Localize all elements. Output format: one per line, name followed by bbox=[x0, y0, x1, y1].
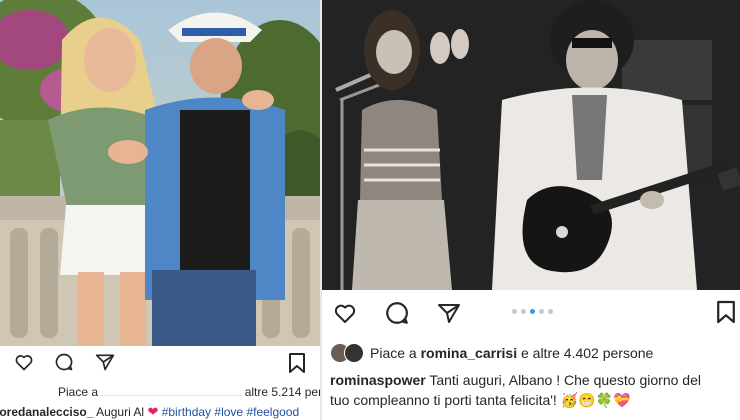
caption-text-1: Tanti auguri, Albano ! Che questo giorno… bbox=[429, 372, 701, 388]
caption-text-2: tuo compleanno ti porti tanta felicita'! bbox=[330, 392, 557, 408]
carousel-dot bbox=[512, 309, 517, 314]
bookmark-icon[interactable] bbox=[288, 353, 306, 378]
heart-icon[interactable] bbox=[14, 352, 34, 372]
liker-avatars bbox=[330, 343, 364, 363]
bookmark-icon[interactable] bbox=[716, 300, 736, 329]
likes-user[interactable]: romina_carrisi bbox=[421, 345, 518, 361]
comment-icon[interactable] bbox=[54, 352, 74, 372]
share-icon[interactable] bbox=[436, 301, 462, 325]
post-photo-concert[interactable] bbox=[322, 0, 740, 290]
carousel-dot bbox=[530, 309, 535, 314]
photo-concert-illustration bbox=[322, 0, 740, 290]
likes-prefix: Piace a bbox=[58, 385, 99, 399]
caption-line-1: rominaspower Tanti auguri, Albano ! Che … bbox=[330, 372, 701, 388]
left-action-bar bbox=[14, 352, 116, 372]
caption: loredanalecciso_ Auguri Al ❤ #birthday #… bbox=[0, 404, 299, 420]
carousel-dot bbox=[521, 309, 526, 314]
comment-icon[interactable] bbox=[384, 300, 410, 326]
carousel-dot bbox=[548, 309, 553, 314]
caption-username[interactable]: rominaspower bbox=[330, 372, 426, 388]
post-photo-couple[interactable] bbox=[0, 0, 320, 346]
carousel-indicator bbox=[512, 309, 553, 314]
caption-text: Auguri Al bbox=[96, 405, 145, 419]
likes-summary: Piace a romina_carrisi e altre 4.402 per… bbox=[330, 343, 653, 363]
caption-line-2: tuo compleanno ti porti tanta felicita'!… bbox=[330, 392, 630, 409]
likes-redacted bbox=[101, 387, 242, 396]
likes-count[interactable]: altre 5.214 persone bbox=[245, 385, 320, 399]
right-post: Piace a romina_carrisi e altre 4.402 per… bbox=[322, 0, 740, 420]
hashtag[interactable]: #feelgood bbox=[246, 405, 299, 419]
caption-emojis: 🥳😁🍀💝 bbox=[560, 392, 631, 408]
likes-summary: Piace a altre 5.214 persone bbox=[58, 385, 320, 399]
likes-count[interactable]: e altre 4.402 persone bbox=[521, 345, 653, 361]
left-post: Piace a altre 5.214 persone loredanalecc… bbox=[0, 0, 320, 420]
photo-couple-illustration bbox=[0, 0, 320, 346]
heart-icon[interactable] bbox=[332, 301, 358, 325]
hashtag[interactable]: #love bbox=[214, 405, 243, 419]
right-action-bar bbox=[332, 300, 462, 326]
caption-username[interactable]: loredanalecciso_ bbox=[0, 405, 93, 419]
hashtag[interactable]: #birthday bbox=[162, 405, 211, 419]
carousel-dot bbox=[539, 309, 544, 314]
avatar[interactable] bbox=[344, 343, 364, 363]
share-icon[interactable] bbox=[94, 352, 116, 372]
heart-emoji-icon: ❤ bbox=[147, 404, 159, 419]
likes-prefix: Piace a bbox=[370, 345, 417, 361]
